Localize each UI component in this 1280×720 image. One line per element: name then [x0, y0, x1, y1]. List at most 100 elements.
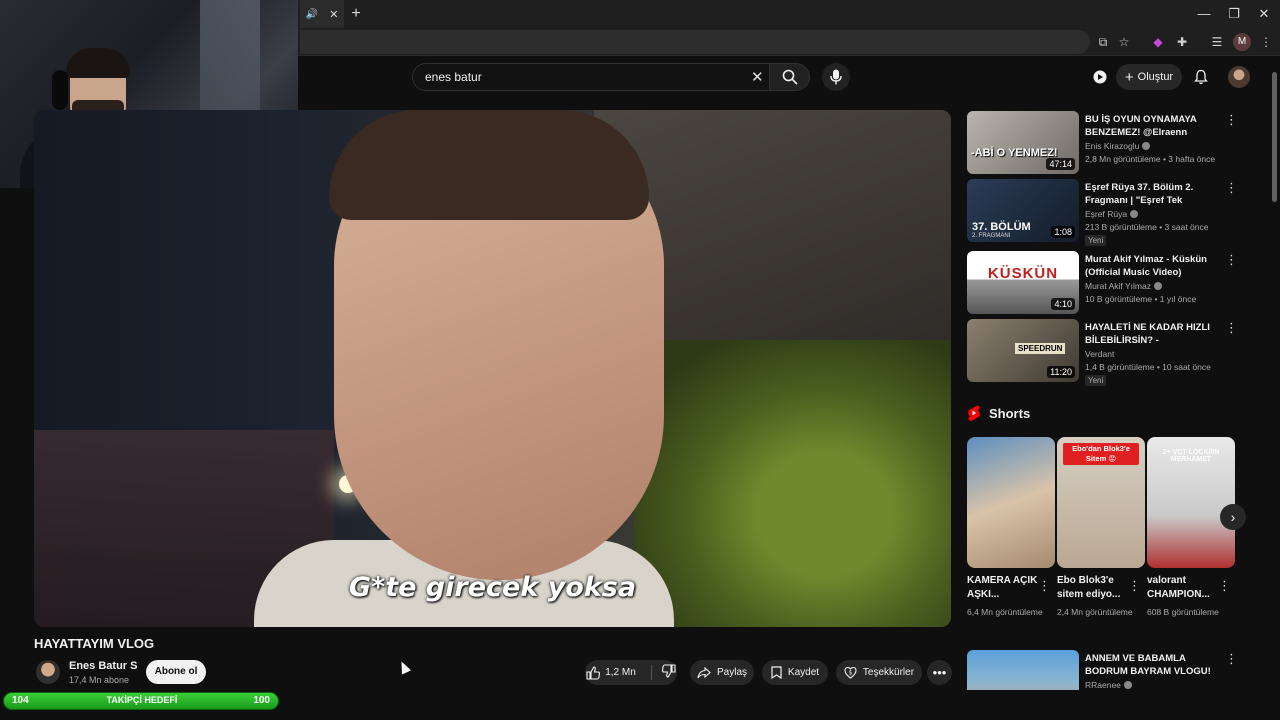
create-button[interactable]: + Oluştur	[1116, 64, 1182, 90]
shorts-next-button[interactable]: ›	[1220, 504, 1246, 530]
headphones-icon	[52, 70, 68, 110]
thumbnail-caption: KÜSKÜN	[987, 265, 1059, 282]
search-box[interactable]: enes batur ✕	[412, 63, 770, 91]
close-tab-icon[interactable]: ✕	[329, 8, 338, 21]
recommendation-thumbnail[interactable]	[967, 650, 1079, 690]
more-actions-button[interactable]: •••	[927, 660, 952, 685]
more-horizontal-icon: •••	[932, 665, 947, 680]
video-duration: 11:20	[1047, 366, 1075, 378]
more-vertical-icon[interactable]: ⋮	[1218, 578, 1231, 594]
notifications-bell-icon[interactable]	[1191, 67, 1211, 87]
plus-icon: +	[1124, 68, 1134, 86]
mouse-cursor	[396, 659, 412, 675]
minimize-button[interactable]: —	[1188, 0, 1220, 28]
more-vertical-icon[interactable]: ⋮	[1225, 321, 1238, 334]
super-thanks-icon: $	[844, 666, 857, 679]
video-subtitle: G*te girecek yoksa	[348, 572, 637, 603]
thumbnail-subcaption: 2. FRAGMANI	[972, 233, 1011, 239]
search-button[interactable]	[770, 63, 810, 91]
recommendation-item[interactable]: -ABİ O YENMEZ! 47:14 BU İŞ OYUN OYNAMAYA…	[967, 111, 1267, 177]
youtube-studio-icon[interactable]	[1090, 67, 1110, 87]
extensions-puzzle-icon[interactable]: ✚	[1173, 33, 1191, 51]
voice-search-button[interactable]	[822, 63, 850, 91]
recommendation-item[interactable]: KÜSKÜN 4:10 Murat Akif Yılmaz - Küskün (…	[967, 251, 1267, 317]
recommendation-meta: 1,4 B görüntüleme • 10 saat önce	[1085, 362, 1211, 372]
browser-tab[interactable]: 🔊 ✕	[300, 0, 344, 28]
bookmark-icon	[771, 666, 782, 679]
share-button[interactable]: Paylaş	[690, 660, 754, 685]
like-button[interactable]: 1,2 Mn	[586, 665, 636, 680]
share-label: Paylaş	[716, 667, 747, 678]
recommendation-thumbnail[interactable]: 37. BÖLÜM 2. FRAGMANI 1:08	[967, 179, 1079, 242]
recommendation-channel[interactable]: Eşref Rüya	[1085, 209, 1139, 219]
thanks-button[interactable]: $ Teşekkürler	[836, 660, 922, 685]
address-bar[interactable]	[300, 30, 1090, 54]
more-vertical-icon[interactable]: ⋮	[1128, 578, 1141, 594]
recommendation-item[interactable]: 37. BÖLÜM 2. FRAGMANI 1:08 Eşref Rüya 37…	[967, 179, 1267, 246]
subscribe-button[interactable]: Abone ol	[146, 660, 206, 684]
recommendation-channel[interactable]: Verdant	[1085, 349, 1114, 359]
more-vertical-icon[interactable]: ⋮	[1225, 652, 1238, 665]
thanks-label: Teşekkürler	[862, 667, 915, 678]
recommendation-title[interactable]: Murat Akif Yılmaz - Küskün (Official Mus…	[1085, 253, 1223, 279]
short-thumbnail[interactable]: 2+ VCT LOCK//IN MERHAMET	[1147, 437, 1235, 568]
verified-icon	[1130, 210, 1139, 218]
recommendation-thumbnail[interactable]: KÜSKÜN 4:10	[967, 251, 1079, 314]
short-thumbnail[interactable]	[967, 437, 1055, 568]
like-divider	[651, 665, 652, 680]
scrollbar-thumb[interactable]	[1272, 72, 1277, 202]
channel-name[interactable]: Enes Batur S	[69, 660, 137, 672]
short-thumbnail[interactable]: Ebo'dan Blok3'e Sitem 😡	[1057, 437, 1145, 568]
short-title[interactable]: valorant CHAMPION...	[1147, 574, 1219, 602]
more-vertical-icon[interactable]: ⋮	[1225, 253, 1238, 266]
shorts-icon	[968, 405, 980, 421]
dislike-button[interactable]	[661, 664, 676, 681]
recommendation-thumbnail[interactable]: SPEEDRUN 11:20	[967, 319, 1079, 382]
save-button[interactable]: Kaydet	[762, 660, 828, 685]
recommendation-item[interactable]: ANNEM VE BABAMLA BODRUM BAYRAM VLOGU! RR…	[967, 650, 1267, 690]
browser-menu-icon[interactable]: ⋮	[1257, 33, 1275, 51]
short-views: 608 B görüntüleme	[1147, 607, 1219, 617]
thumbs-down-icon	[661, 664, 676, 678]
recommendation-channel[interactable]: RRaenee	[1085, 680, 1132, 690]
channel-avatar[interactable]	[36, 660, 60, 684]
recommendation-channel[interactable]: Murat Akif Yılmaz	[1085, 281, 1162, 291]
extension-icon[interactable]: ◆	[1149, 33, 1167, 51]
more-vertical-icon[interactable]: ⋮	[1038, 578, 1051, 594]
search-input[interactable]: enes batur	[425, 70, 482, 84]
thumbnail-caption: -ABİ O YENMEZ!	[971, 147, 1058, 159]
recommendation-title[interactable]: HAYALETİ NE KADAR HIZLI BİLEBİLİRSİN? - …	[1085, 321, 1223, 347]
new-tab-button[interactable]: +	[346, 4, 366, 24]
recommendation-title[interactable]: ANNEM VE BABAMLA BODRUM BAYRAM VLOGU!	[1085, 652, 1223, 678]
recommendation-item[interactable]: SPEEDRUN 11:20 HAYALETİ NE KADAR HIZLI B…	[967, 319, 1267, 386]
recommendation-title[interactable]: BU İŞ OYUN OYNAMAYA BENZEMEZ! @Elraenn Y…	[1085, 113, 1223, 139]
video-duration: 1:08	[1051, 226, 1075, 238]
more-vertical-icon[interactable]: ⋮	[1225, 181, 1238, 194]
recommendation-meta: 213 B görüntüleme • 3 saat önce	[1085, 222, 1209, 232]
short-title[interactable]: Ebo Blok3'e sitem ediyo...	[1057, 574, 1129, 602]
new-badge: Yeni	[1085, 375, 1107, 386]
follower-goal-current: 104	[12, 695, 29, 706]
media-queue-icon[interactable]: ☰	[1208, 33, 1226, 51]
recommendation-channel[interactable]: Enis Kirazoglu	[1085, 141, 1151, 151]
install-app-icon[interactable]: ⧉	[1094, 33, 1112, 51]
browser-profile-avatar[interactable]: M	[1233, 33, 1251, 51]
thumbs-up-icon	[586, 665, 601, 680]
close-window-button[interactable]: ✕	[1248, 0, 1280, 28]
restore-button[interactable]: ❐	[1218, 0, 1250, 28]
more-vertical-icon[interactable]: ⋮	[1225, 113, 1238, 126]
shorts-heading: Shorts	[989, 405, 1031, 421]
chevron-right-icon: ›	[1230, 509, 1236, 525]
account-avatar[interactable]	[1228, 66, 1250, 88]
video-duration: 47:14	[1046, 158, 1075, 170]
thumbnail-caption: 37. BÖLÜM	[972, 221, 1031, 233]
video-player[interactable]: G*te girecek yoksa	[34, 110, 951, 627]
speaker-icon[interactable]: 🔊	[306, 9, 318, 20]
short-title[interactable]: KAMERA AÇIK AŞKI...	[967, 574, 1039, 602]
svg-text:$: $	[849, 670, 853, 677]
recommendation-title[interactable]: Eşref Rüya 37. Bölüm 2. Fragmanı | "Eşre…	[1085, 181, 1223, 207]
clear-search-icon[interactable]: ✕	[751, 68, 764, 86]
save-label: Kaydet	[787, 667, 820, 678]
recommendation-thumbnail[interactable]: -ABİ O YENMEZ! 47:14	[967, 111, 1079, 174]
bookmark-star-icon[interactable]: ☆	[1115, 33, 1133, 51]
